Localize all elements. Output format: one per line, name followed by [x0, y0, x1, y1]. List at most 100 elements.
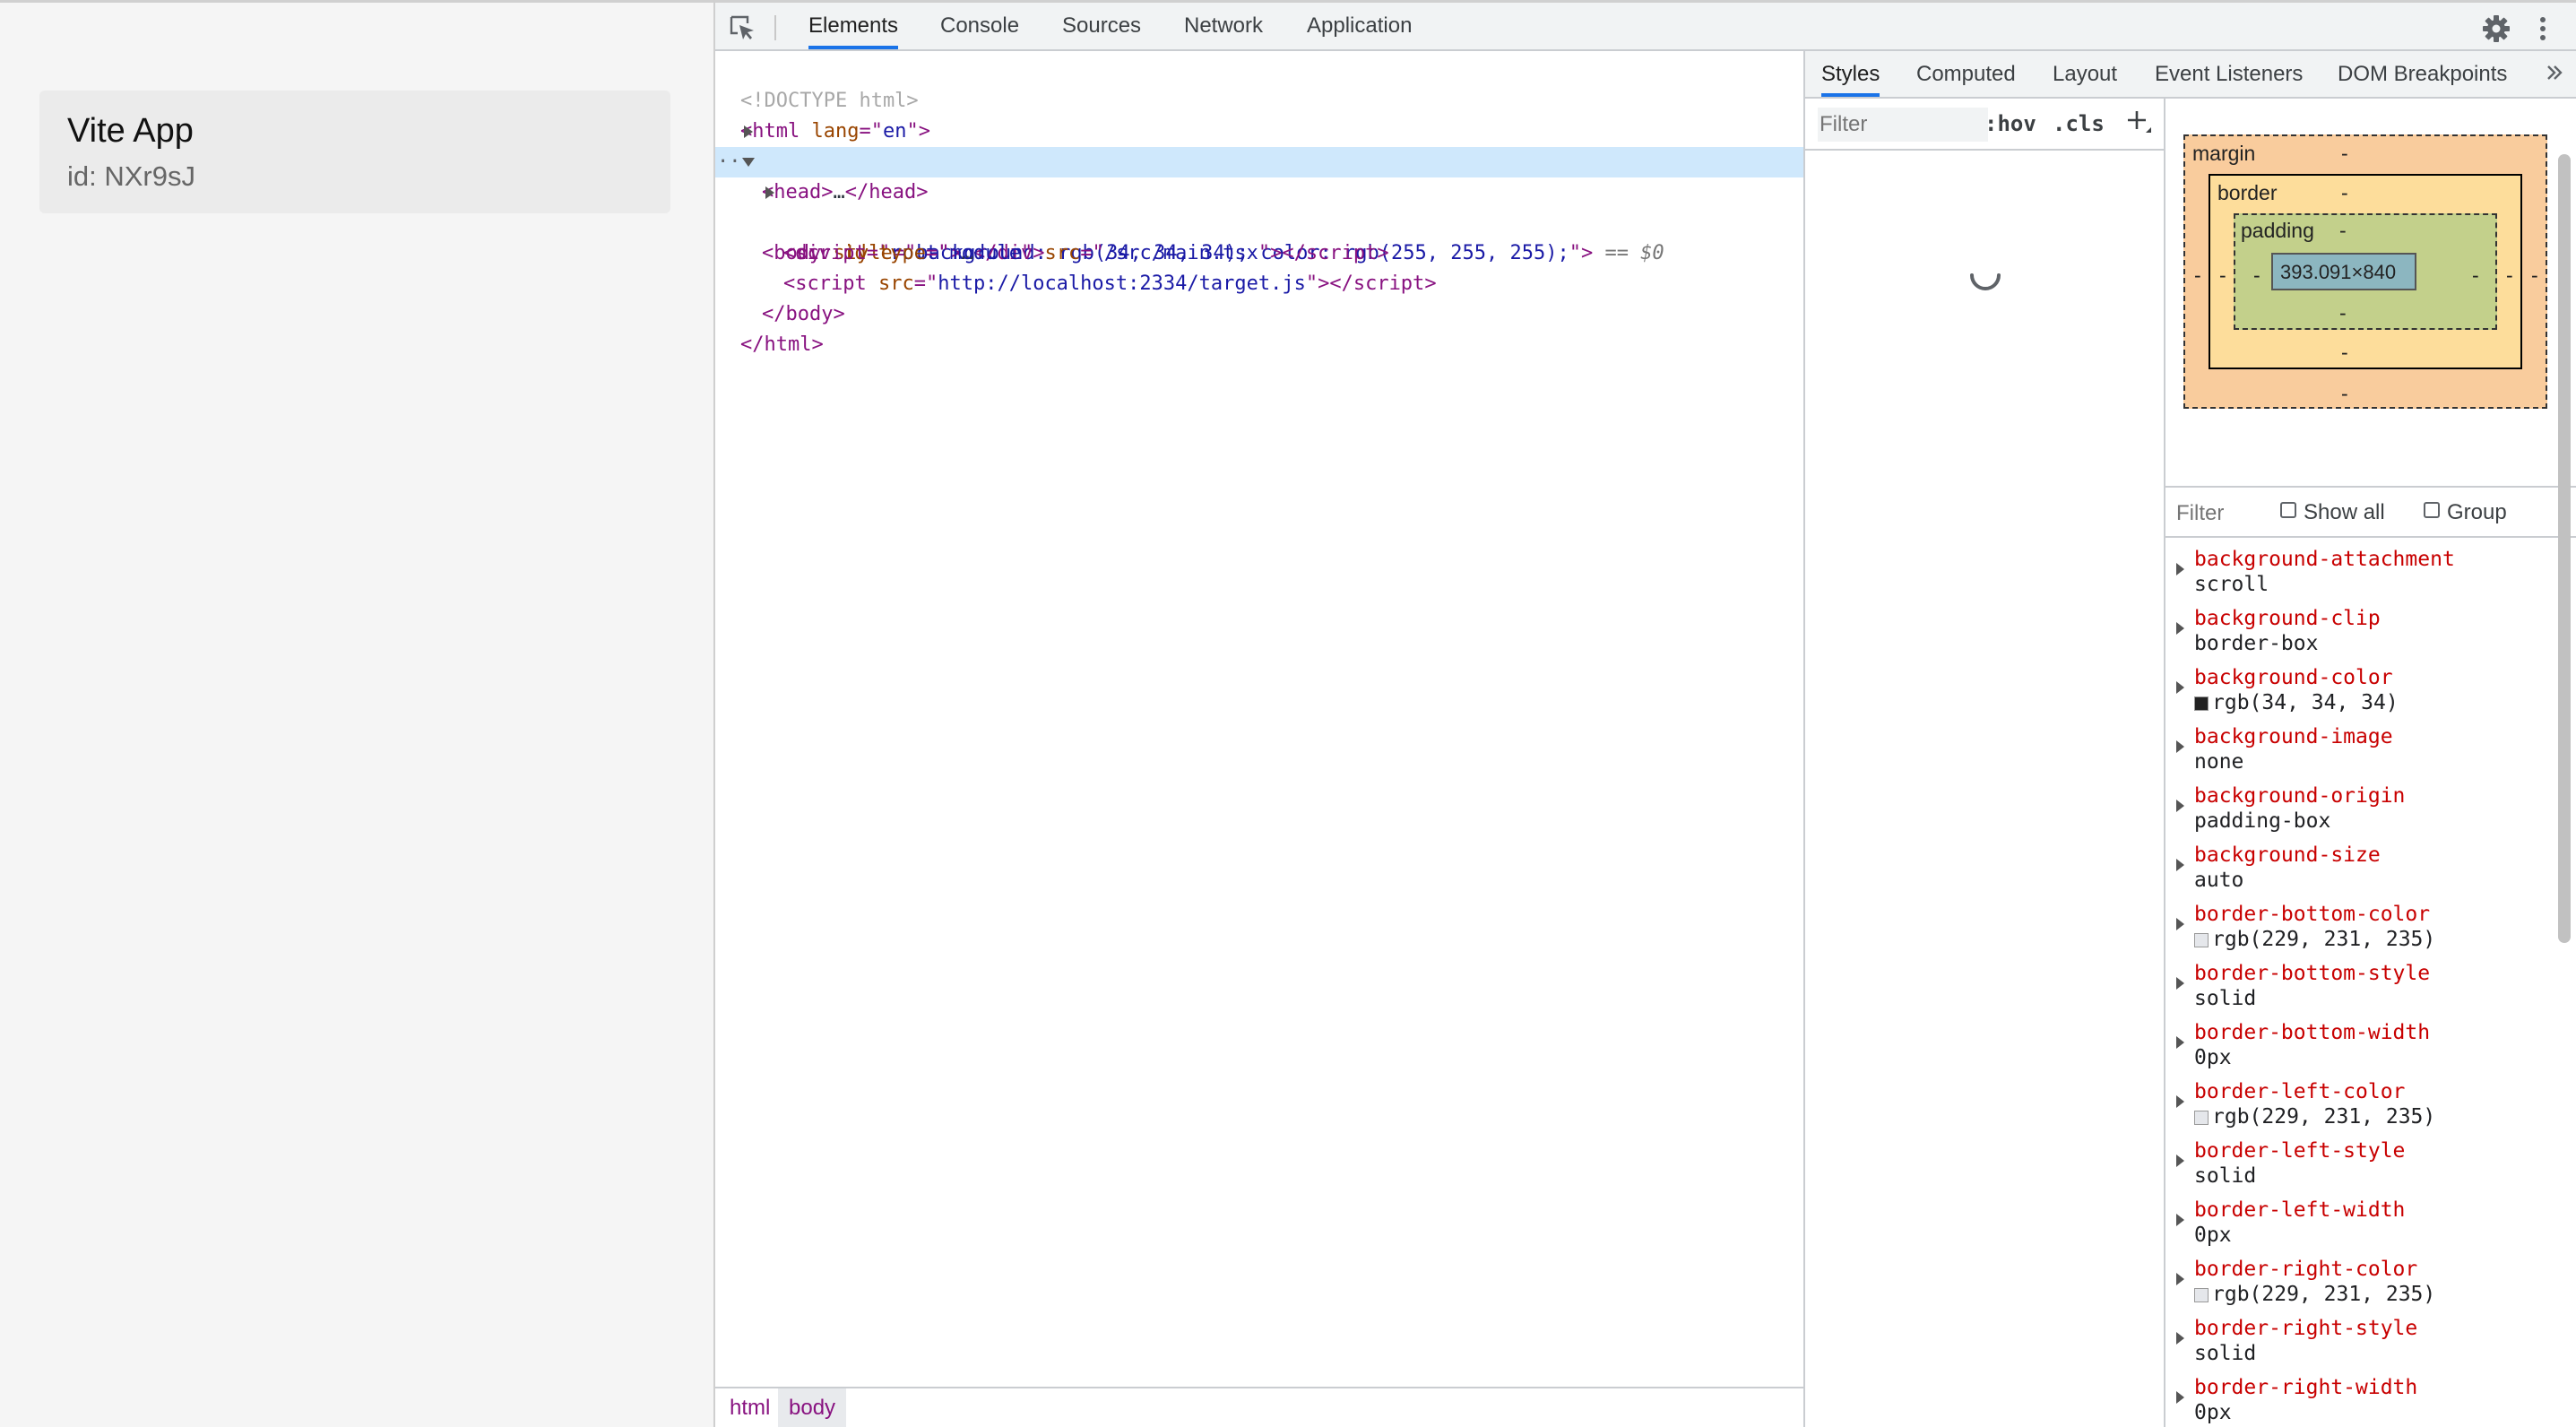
margin-top-value: -: [2341, 142, 2348, 165]
computed-property-value: 0px: [2194, 1224, 2232, 1247]
box-model-diagram: margin - - - - border - - - - padding - …: [2183, 134, 2547, 409]
tab-application[interactable]: Application: [1307, 3, 1412, 49]
computed-property-value-wrap: padding-box: [2194, 807, 2330, 835]
computed-property-row[interactable]: background-attachment scroll: [2165, 545, 2551, 604]
padding-left-value: -: [2253, 264, 2260, 287]
more-options-icon[interactable]: [2537, 13, 2548, 44]
computed-property-row[interactable]: border-left-width 0px: [2165, 1196, 2551, 1255]
computed-property-row[interactable]: background-image none: [2165, 722, 2551, 782]
expand-property-icon[interactable]: [2176, 1391, 2184, 1404]
color-swatch[interactable]: [2194, 933, 2209, 947]
dom-head-line[interactable]: <head>…</head>: [715, 117, 1803, 203]
computed-property-value: solid: [2194, 987, 2257, 1010]
color-swatch[interactable]: [2194, 1111, 2209, 1125]
computed-property-value: none: [2194, 750, 2244, 774]
computed-property-value-wrap: scroll: [2194, 570, 2269, 599]
dom-script-main-line[interactable]: <script type="module" src="/src/main.tsx…: [715, 208, 1803, 264]
computed-property-row[interactable]: border-bottom-style solid: [2165, 959, 2551, 1018]
expand-div-icon[interactable]: [765, 186, 774, 199]
breadcrumb-html[interactable]: html: [719, 1388, 781, 1427]
computed-property-value: auto: [2194, 869, 2244, 892]
expand-property-icon[interactable]: [2176, 740, 2184, 753]
app-card: Vite App id: NXr9sJ: [39, 91, 670, 213]
border-top-value: -: [2341, 181, 2348, 204]
tab-console[interactable]: Console: [940, 3, 1019, 49]
collapse-body-icon[interactable]: [742, 158, 755, 167]
class-toggle[interactable]: .cls: [2053, 108, 2105, 140]
expand-property-icon[interactable]: [2176, 681, 2184, 694]
computed-pane: margin - - - - border - - - - padding - …: [2165, 99, 2576, 1427]
computed-property-value-wrap: rgb(229, 231, 235): [2194, 925, 2435, 954]
padding-label: padding: [2241, 219, 2314, 242]
expand-property-icon[interactable]: [2176, 1214, 2184, 1226]
computed-property-value-wrap: rgb(229, 231, 235): [2194, 1280, 2435, 1309]
expand-property-icon[interactable]: [2176, 1332, 2184, 1345]
show-all-checkbox[interactable]: [2280, 502, 2296, 518]
tab-computed[interactable]: Computed: [1916, 51, 2016, 97]
computed-filter-input[interactable]: [2174, 497, 2277, 531]
box-model-content[interactable]: 393.091×840: [2271, 253, 2416, 290]
computed-property-value: solid: [2194, 1342, 2257, 1365]
computed-property-row[interactable]: border-left-style solid: [2165, 1137, 2551, 1196]
computed-property-row[interactable]: background-origin padding-box: [2165, 782, 2551, 841]
expand-property-icon[interactable]: [2176, 859, 2184, 871]
settings-gear-icon[interactable]: [2481, 13, 2511, 44]
dom-script-target-line[interactable]: <script src="http://localhost:2334/targe…: [715, 238, 1803, 295]
computed-property-row[interactable]: border-right-style solid: [2165, 1314, 2551, 1373]
tab-elements[interactable]: Elements: [808, 3, 899, 49]
expand-property-icon[interactable]: [2176, 1095, 2184, 1108]
inspect-element-icon[interactable]: [728, 13, 756, 42]
group-checkbox[interactable]: [2424, 502, 2440, 518]
margin-bottom-value: -: [2341, 382, 2348, 405]
computed-property-row[interactable]: border-bottom-color rgb(229, 231, 235): [2165, 900, 2551, 959]
expand-property-icon[interactable]: [2176, 800, 2184, 812]
computed-property-row[interactable]: border-bottom-width 0px: [2165, 1018, 2551, 1077]
computed-property-value: scroll: [2194, 573, 2269, 596]
color-swatch[interactable]: [2194, 1288, 2209, 1302]
expand-property-icon[interactable]: [2176, 622, 2184, 635]
computed-property-row[interactable]: background-clip border-box: [2165, 604, 2551, 663]
page-preview: Vite App id: NXr9sJ: [0, 0, 713, 1427]
breadcrumb-body[interactable]: body: [778, 1388, 847, 1427]
margin-left-value: -: [2194, 264, 2201, 287]
styles-filter-input[interactable]: [1818, 108, 1988, 142]
dom-html-line[interactable]: <html lang="en">: [715, 86, 1803, 143]
tab-layout[interactable]: Layout: [2053, 51, 2117, 97]
expand-head-icon[interactable]: [744, 125, 753, 138]
expand-property-icon[interactable]: [2176, 563, 2184, 575]
devtools-toolbar: Elements Console Sources Network Applica…: [715, 0, 2576, 51]
computed-properties-list: background-attachment scroll background-cl…: [2165, 538, 2551, 1427]
dom-doctype-line[interactable]: <!DOCTYPE html>: [715, 56, 1803, 112]
hover-state-toggle[interactable]: :hov: [1984, 108, 2036, 140]
dom-body-close-line[interactable]: </body>: [715, 269, 1803, 325]
new-style-rule-icon[interactable]: [2124, 106, 2153, 138]
tab-network[interactable]: Network: [1184, 3, 1263, 49]
dom-body-line[interactable]: ··· <body style="background: rgb(34, 34,…: [715, 147, 1803, 264]
dom-html-close-line[interactable]: </html>: [715, 299, 1803, 356]
expand-property-icon[interactable]: [2176, 1273, 2184, 1285]
styles-side-pane: Styles Computed Layout Event Listeners D…: [1803, 51, 2576, 1427]
computed-property-row[interactable]: background-color rgb(34, 34, 34): [2165, 663, 2551, 722]
computed-property-row[interactable]: border-left-color rgb(229, 231, 235): [2165, 1077, 2551, 1137]
show-all-label: Show all: [2304, 500, 2385, 524]
tab-sources[interactable]: Sources: [1062, 3, 1141, 49]
computed-property-row[interactable]: border-right-width 0px: [2165, 1373, 2551, 1427]
tab-event-listeners[interactable]: Event Listeners: [2155, 51, 2303, 97]
expand-property-icon[interactable]: [2176, 918, 2184, 930]
computed-scrollbar[interactable]: [2558, 154, 2571, 943]
tab-dom-breakpoints[interactable]: DOM Breakpoints: [2338, 51, 2507, 97]
computed-property-value: solid: [2194, 1164, 2257, 1188]
elements-dom-tree: <!DOCTYPE html> <html lang="en"> <head>……: [715, 51, 1803, 1387]
expand-property-icon[interactable]: [2176, 977, 2184, 990]
tab-styles[interactable]: Styles: [1821, 51, 1880, 97]
computed-property-row[interactable]: border-right-color rgb(229, 231, 235): [2165, 1255, 2551, 1314]
more-tabs-chevron-icon[interactable]: [2546, 62, 2563, 90]
color-swatch[interactable]: [2194, 696, 2209, 711]
devtools-panel: Elements Console Sources Network Applica…: [713, 0, 2576, 1427]
computed-property-value: rgb(229, 231, 235): [2212, 1283, 2436, 1306]
expand-property-icon[interactable]: [2176, 1036, 2184, 1049]
dom-div-root-line[interactable]: <div id="root">…</div>: [715, 177, 1803, 264]
sidebar-tabs: Styles Computed Layout Event Listeners D…: [1805, 51, 2576, 99]
expand-property-icon[interactable]: [2176, 1155, 2184, 1167]
computed-property-row[interactable]: background-size auto: [2165, 841, 2551, 900]
